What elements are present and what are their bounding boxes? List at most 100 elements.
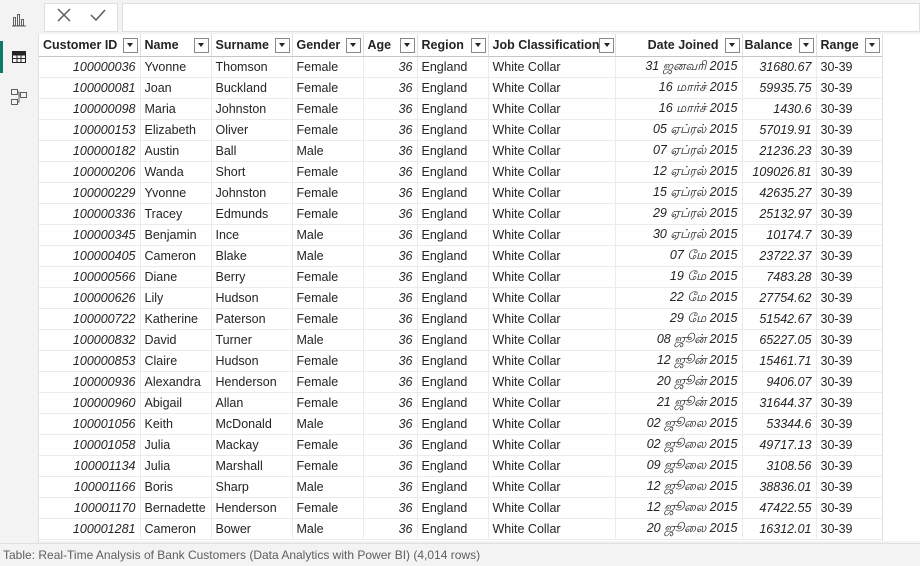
cell-region[interactable]: England <box>417 434 489 456</box>
cell-range[interactable]: 30-39 <box>816 413 883 435</box>
cell-name[interactable]: Cameron <box>140 245 212 267</box>
cell-range[interactable]: 30-39 <box>816 497 883 519</box>
cell-surname[interactable]: Edmunds <box>211 203 293 225</box>
cell-job[interactable]: White Collar <box>488 350 616 372</box>
cell-date[interactable]: 02 ஜூலை 2015 <box>615 434 743 456</box>
column-header-id[interactable]: Customer ID <box>39 34 141 57</box>
cell-name[interactable]: Wanda <box>140 161 212 183</box>
cell-region[interactable]: England <box>417 476 489 498</box>
cell-gender[interactable]: Male <box>292 518 364 540</box>
cell-gender[interactable]: Female <box>292 98 364 120</box>
table-view-button[interactable] <box>0 38 38 76</box>
cell-age[interactable]: 36 <box>363 455 418 477</box>
cell-balance[interactable]: 49717.13 <box>742 434 817 456</box>
cell-region[interactable]: England <box>417 161 489 183</box>
cell-range[interactable]: 30-39 <box>816 203 883 225</box>
cell-region[interactable]: England <box>417 182 489 204</box>
cell-id[interactable]: 100001056 <box>39 413 141 435</box>
column-header-name[interactable]: Name <box>140 34 212 57</box>
cell-age[interactable]: 36 <box>363 98 418 120</box>
cell-range[interactable]: 30-39 <box>816 140 883 162</box>
cell-job[interactable]: White Collar <box>488 140 616 162</box>
column-header-job[interactable]: Job Classification <box>488 34 616 57</box>
cell-balance[interactable]: 1430.6 <box>742 98 817 120</box>
cell-name[interactable]: Alexandra <box>140 371 212 393</box>
cell-gender[interactable]: Female <box>292 287 364 309</box>
cell-surname[interactable]: Blake <box>211 245 293 267</box>
cell-gender[interactable]: Female <box>292 497 364 519</box>
cell-range[interactable]: 30-39 <box>816 161 883 183</box>
cell-surname[interactable]: Marshall <box>211 455 293 477</box>
cell-job[interactable]: White Collar <box>488 287 616 309</box>
cell-gender[interactable]: Female <box>292 455 364 477</box>
cell-surname[interactable]: Bower <box>211 518 293 540</box>
cell-age[interactable]: 36 <box>363 224 418 246</box>
cell-age[interactable]: 36 <box>363 287 418 309</box>
cell-name[interactable]: Austin <box>140 140 212 162</box>
cell-id[interactable]: 100000626 <box>39 287 141 309</box>
cell-surname[interactable]: Mackay <box>211 434 293 456</box>
cell-range[interactable]: 30-39 <box>816 224 883 246</box>
cell-job[interactable]: White Collar <box>488 476 616 498</box>
cell-region[interactable]: England <box>417 77 489 99</box>
cell-gender[interactable]: Male <box>292 245 364 267</box>
column-header-balance[interactable]: Balance <box>742 34 817 57</box>
cell-gender[interactable]: Male <box>292 140 364 162</box>
cell-job[interactable]: White Collar <box>488 371 616 393</box>
cell-range[interactable]: 30-39 <box>816 518 883 540</box>
cell-surname[interactable]: Thomson <box>211 56 293 78</box>
cell-job[interactable]: White Collar <box>488 119 616 141</box>
cell-region[interactable]: England <box>417 329 489 351</box>
cell-surname[interactable]: Hudson <box>211 350 293 372</box>
cell-gender[interactable]: Female <box>292 119 364 141</box>
filter-dropdown-icon[interactable] <box>599 37 615 53</box>
cell-age[interactable]: 36 <box>363 266 418 288</box>
cell-job[interactable]: White Collar <box>488 308 616 330</box>
column-header-range[interactable]: Range <box>816 34 883 57</box>
cell-id[interactable]: 100000153 <box>39 119 141 141</box>
cell-age[interactable]: 36 <box>363 392 418 414</box>
cell-name[interactable]: Joan <box>140 77 212 99</box>
cell-date[interactable]: 12 ஏப்ரல் 2015 <box>615 161 743 183</box>
cell-balance[interactable]: 38836.01 <box>742 476 817 498</box>
cell-region[interactable]: England <box>417 455 489 477</box>
cell-id[interactable]: 100000345 <box>39 224 141 246</box>
cell-job[interactable]: White Collar <box>488 245 616 267</box>
cell-id[interactable]: 100001281 <box>39 518 141 540</box>
cell-range[interactable]: 30-39 <box>816 266 883 288</box>
filter-dropdown-icon[interactable] <box>193 37 209 53</box>
cell-name[interactable]: Maria <box>140 98 212 120</box>
cell-job[interactable]: White Collar <box>488 77 616 99</box>
cell-job[interactable]: White Collar <box>488 434 616 456</box>
cell-range[interactable]: 30-39 <box>816 77 883 99</box>
cell-surname[interactable]: Oliver <box>211 119 293 141</box>
cell-balance[interactable]: 7483.28 <box>742 266 817 288</box>
cell-region[interactable]: England <box>417 224 489 246</box>
cell-surname[interactable]: Paterson <box>211 308 293 330</box>
cell-gender[interactable]: Male <box>292 224 364 246</box>
cell-balance[interactable]: 51542.67 <box>742 308 817 330</box>
cell-date[interactable]: 20 ஜூலை 2015 <box>615 518 743 540</box>
cell-date[interactable]: 07 மே 2015 <box>615 245 743 267</box>
cell-balance[interactable]: 42635.27 <box>742 182 817 204</box>
cell-region[interactable]: England <box>417 119 489 141</box>
cell-job[interactable]: White Collar <box>488 392 616 414</box>
cell-name[interactable]: Bernadette <box>140 497 212 519</box>
cell-date[interactable]: 31 ஜனவரி 2015 <box>615 56 743 78</box>
cell-id[interactable]: 100001170 <box>39 497 141 519</box>
cell-age[interactable]: 36 <box>363 308 418 330</box>
cell-surname[interactable]: Sharp <box>211 476 293 498</box>
cell-surname[interactable]: Hudson <box>211 287 293 309</box>
cell-region[interactable]: England <box>417 287 489 309</box>
cell-balance[interactable]: 23722.37 <box>742 245 817 267</box>
cell-range[interactable]: 30-39 <box>816 392 883 414</box>
cell-date[interactable]: 12 ஜூலை 2015 <box>615 476 743 498</box>
cell-surname[interactable]: Turner <box>211 329 293 351</box>
cell-region[interactable]: England <box>417 518 489 540</box>
cell-date[interactable]: 05 ஏப்ரல் 2015 <box>615 119 743 141</box>
cell-date[interactable]: 30 ஏப்ரல் 2015 <box>615 224 743 246</box>
cell-id[interactable]: 100000960 <box>39 392 141 414</box>
cell-job[interactable]: White Collar <box>488 161 616 183</box>
cell-surname[interactable]: Ince <box>211 224 293 246</box>
cell-range[interactable]: 30-39 <box>816 98 883 120</box>
